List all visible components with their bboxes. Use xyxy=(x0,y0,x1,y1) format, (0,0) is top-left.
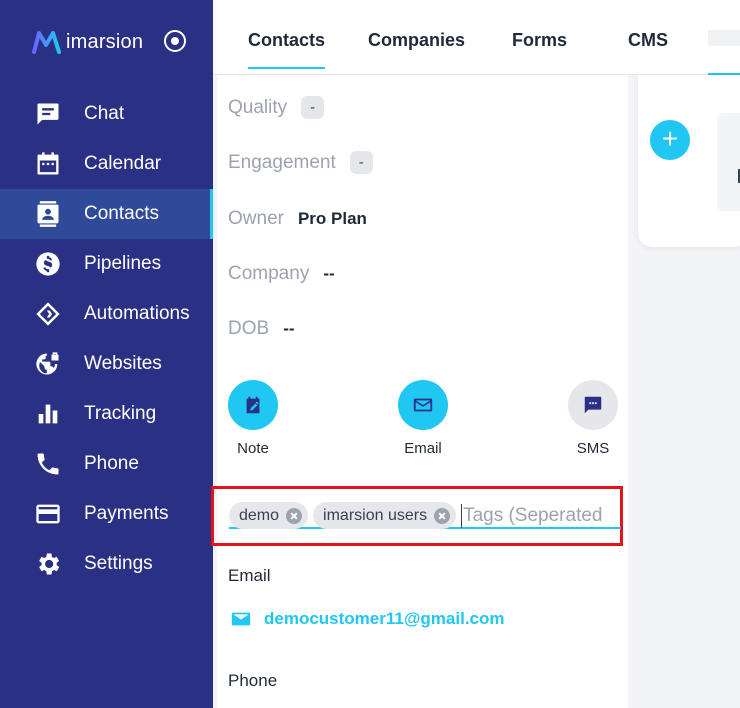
sidebar-item-label: Tracking xyxy=(84,403,157,424)
quality-label: Quality xyxy=(228,96,288,118)
remove-tag-icon[interactable] xyxy=(286,507,303,524)
quality-row: Quality - xyxy=(228,96,325,119)
engagement-label: Engagement xyxy=(228,151,336,173)
sidebar-item-label: Pipelines xyxy=(84,253,162,274)
credit-card-icon xyxy=(33,499,63,529)
plus-icon: + xyxy=(661,123,679,154)
sidebar-item-calendar[interactable]: Calendar xyxy=(0,139,213,189)
sidebar-item-label: Chat xyxy=(84,103,125,124)
sms-action-button[interactable]: SMS xyxy=(563,380,623,457)
envelope-icon xyxy=(398,380,448,430)
sidebar-item-automations[interactable]: Automations xyxy=(0,289,213,339)
tab-forms[interactable]: Forms xyxy=(512,30,567,51)
note-action-label: Note xyxy=(237,440,269,457)
phone-section-label: Phone xyxy=(228,671,278,690)
message-icon xyxy=(568,380,618,430)
activity-item[interactable] xyxy=(717,113,740,211)
bar-chart-icon xyxy=(33,399,63,429)
sidebar-item-tracking[interactable]: Tracking xyxy=(0,389,213,439)
tag-label: demo xyxy=(239,506,280,524)
sidebar-item-label: Contacts xyxy=(84,203,159,224)
quality-value[interactable]: - xyxy=(301,96,325,119)
tags-field[interactable]: demo imarsion users xyxy=(229,502,621,529)
sidebar-nav: Chat Calendar Contacts Pipelines Automat… xyxy=(0,89,213,589)
note-action-button[interactable]: Note xyxy=(223,380,283,457)
gear-icon xyxy=(33,549,63,579)
sms-action-label: SMS xyxy=(576,440,610,457)
globe-icon xyxy=(33,349,63,379)
contacts-icon xyxy=(33,199,63,229)
chat-icon xyxy=(33,99,63,129)
company-value[interactable]: -- xyxy=(323,264,334,284)
dob-label: DOB xyxy=(228,318,270,339)
email-section-label: Email xyxy=(228,566,271,585)
owner-label: Owner xyxy=(228,208,284,229)
tab-overflow[interactable] xyxy=(708,30,740,46)
sidebar-item-contacts[interactable]: Contacts xyxy=(0,189,213,239)
email-action-label: Email xyxy=(404,440,442,457)
contact-detail-panel: Quality - Engagement - Owner Pro Plan Co… xyxy=(217,75,628,708)
imarsion-logo-icon xyxy=(32,31,61,54)
add-button[interactable]: + xyxy=(650,120,690,160)
tab-cms[interactable]: CMS xyxy=(628,30,668,51)
sidebar-item-chat[interactable]: Chat xyxy=(0,89,213,139)
sidebar-item-label: Automations xyxy=(84,303,190,324)
company-row: Company -- xyxy=(228,263,335,285)
tags-field-highlight: demo imarsion users xyxy=(211,486,623,546)
sidebar-item-label: Payments xyxy=(84,503,169,524)
email-row: democustomer11@gmail.com xyxy=(230,608,505,630)
sidebar-item-label: Websites xyxy=(84,353,162,374)
tag-label: imarsion users xyxy=(323,506,428,524)
activity-card: + xyxy=(638,75,740,247)
email-link[interactable]: democustomer11@gmail.com xyxy=(264,609,505,629)
brand-logo[interactable]: imarsion xyxy=(32,28,143,56)
brand-name: imarsion xyxy=(66,30,144,53)
automation-icon xyxy=(33,299,63,329)
top-tab-bar: Contacts Companies Forms CMS xyxy=(213,0,740,75)
sidebar-item-label: Calendar xyxy=(84,153,162,174)
calendar-icon xyxy=(33,149,63,179)
dollar-icon xyxy=(33,249,63,279)
tag-chip: demo xyxy=(229,502,309,529)
sidebar: imarsion Chat Calendar Contacts Pipeline… xyxy=(0,0,213,708)
owner-row: Owner Pro Plan xyxy=(228,208,367,230)
sidebar-item-phone[interactable]: Phone xyxy=(0,439,213,489)
email-action-button[interactable]: Email xyxy=(393,380,453,457)
sidebar-collapse-toggle[interactable] xyxy=(164,30,186,52)
company-label: Company xyxy=(228,263,310,284)
engagement-value[interactable]: - xyxy=(349,151,373,174)
tab-contacts[interactable]: Contacts xyxy=(248,30,326,69)
dob-row: DOB -- xyxy=(228,318,295,340)
remove-tag-icon[interactable] xyxy=(434,507,451,524)
tags-input[interactable] xyxy=(461,503,612,528)
sidebar-item-label: Settings xyxy=(84,553,153,574)
sidebar-item-websites[interactable]: Websites xyxy=(0,339,213,389)
sidebar-item-label: Phone xyxy=(84,453,139,474)
envelope-icon xyxy=(231,612,251,626)
owner-value[interactable]: Pro Plan xyxy=(298,209,367,229)
sidebar-item-payments[interactable]: Payments xyxy=(0,489,213,539)
sidebar-item-settings[interactable]: Settings xyxy=(0,539,213,589)
dob-value[interactable]: -- xyxy=(283,319,294,339)
phone-icon xyxy=(33,449,63,479)
note-edit-icon xyxy=(228,380,278,430)
engagement-row: Engagement - xyxy=(228,151,373,174)
sidebar-item-pipelines[interactable]: Pipelines xyxy=(0,239,213,289)
tag-chip: imarsion users xyxy=(313,502,457,529)
tab-companies[interactable]: Companies xyxy=(368,30,465,51)
